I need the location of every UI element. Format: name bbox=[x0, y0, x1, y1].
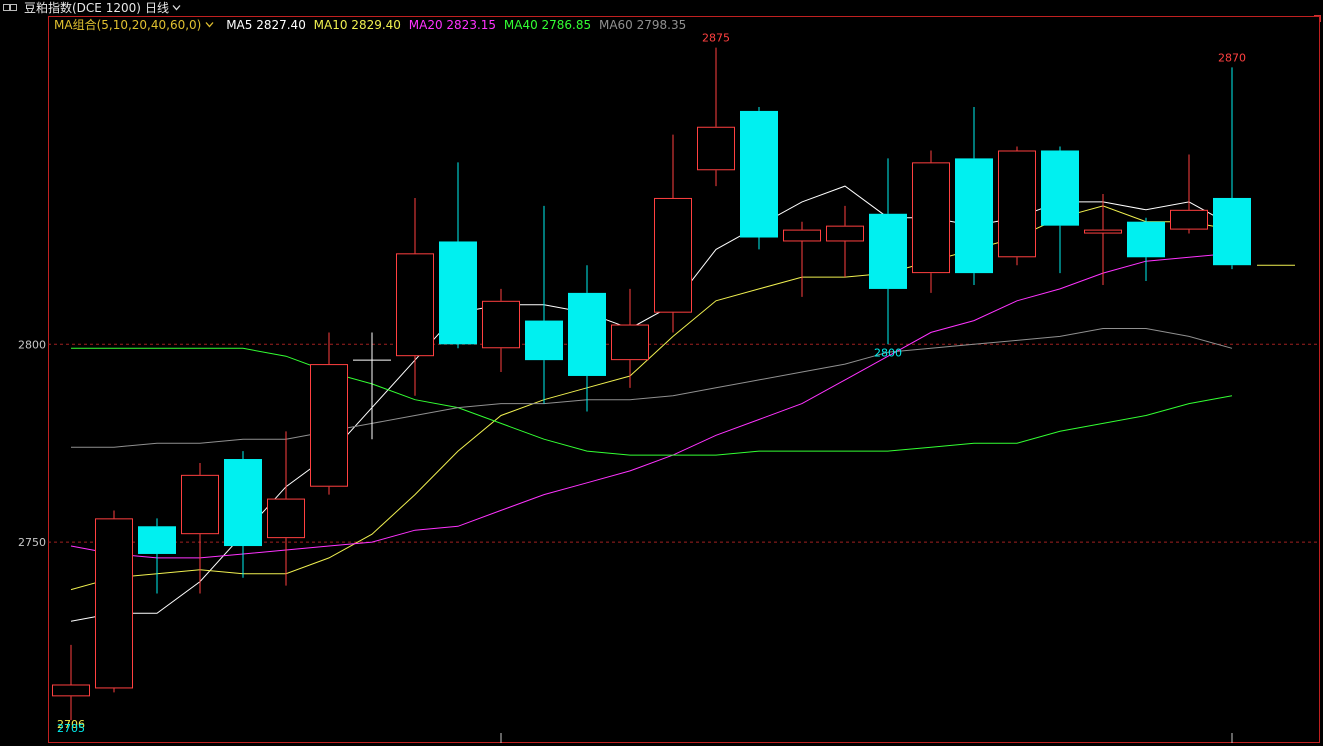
candle bbox=[224, 451, 262, 578]
candle bbox=[1041, 146, 1079, 274]
candle bbox=[654, 134, 692, 333]
candle-body bbox=[568, 292, 606, 376]
candle-body bbox=[95, 518, 133, 689]
candle-body bbox=[654, 197, 692, 313]
series-line-ma5 bbox=[70, 185, 1233, 622]
link-icon[interactable] bbox=[3, 4, 17, 11]
candle-body bbox=[826, 225, 864, 242]
candle bbox=[267, 431, 305, 586]
candle-body bbox=[267, 498, 305, 539]
price-annotation: 2800 bbox=[874, 346, 902, 359]
candle bbox=[740, 106, 778, 250]
candle-body bbox=[439, 241, 477, 345]
candle-body bbox=[740, 110, 778, 238]
price-annotation: 2875 bbox=[702, 32, 730, 45]
candle bbox=[783, 221, 821, 297]
candle-body bbox=[396, 253, 434, 357]
period-selector[interactable]: 日线 bbox=[145, 0, 169, 16]
candle bbox=[52, 644, 90, 721]
title-bar: 豆粕指数(DCE 1200) 日线 bbox=[0, 0, 1323, 16]
candle-body bbox=[1213, 197, 1251, 266]
candlestick-chart[interactable]: 275028002020/06/012020/06/23287528702800… bbox=[0, 16, 1323, 746]
candle bbox=[482, 288, 520, 372]
candle bbox=[1084, 194, 1122, 285]
candle-body bbox=[783, 229, 821, 242]
y-tick-label: 2750 bbox=[18, 536, 46, 549]
candle-body bbox=[697, 126, 735, 171]
series-line-ma60 bbox=[71, 328, 1233, 448]
chevron-down-icon[interactable] bbox=[172, 3, 181, 12]
candle bbox=[955, 106, 993, 285]
candle bbox=[611, 288, 649, 388]
candle-body bbox=[224, 459, 262, 547]
candle-body bbox=[1170, 209, 1208, 230]
candle-body bbox=[611, 324, 649, 361]
candle bbox=[568, 265, 606, 412]
candle-body bbox=[138, 526, 176, 554]
candle-body bbox=[1127, 221, 1165, 258]
candle bbox=[1127, 217, 1165, 282]
candle bbox=[1170, 154, 1208, 234]
candle-body bbox=[181, 474, 219, 535]
y-tick-label: 2800 bbox=[18, 338, 46, 351]
candle bbox=[826, 205, 864, 278]
price-annotation: 2870 bbox=[1218, 51, 1246, 64]
candle bbox=[439, 162, 477, 349]
candle bbox=[95, 510, 133, 693]
candle-body bbox=[1041, 150, 1079, 226]
candle bbox=[912, 150, 950, 293]
candle bbox=[181, 462, 219, 594]
candle bbox=[1213, 67, 1251, 270]
candle bbox=[998, 146, 1036, 266]
candle-body bbox=[310, 364, 348, 487]
candle-body bbox=[869, 213, 907, 289]
price-annotation: 2705 bbox=[57, 722, 85, 735]
instrument-title[interactable]: 豆粕指数(DCE 1200) bbox=[24, 0, 141, 16]
candle bbox=[869, 158, 907, 345]
candle-body bbox=[1084, 229, 1122, 234]
candle-body bbox=[52, 684, 90, 697]
candle bbox=[697, 47, 735, 187]
candle bbox=[396, 197, 434, 396]
candle-body bbox=[482, 300, 520, 349]
candle bbox=[310, 332, 348, 495]
candle bbox=[353, 332, 391, 440]
candle bbox=[138, 518, 176, 594]
candle-body bbox=[955, 158, 993, 274]
candle-body bbox=[525, 320, 563, 361]
plot-frame bbox=[48, 16, 1320, 743]
candle-body bbox=[998, 150, 1036, 258]
candle-body bbox=[912, 162, 950, 274]
